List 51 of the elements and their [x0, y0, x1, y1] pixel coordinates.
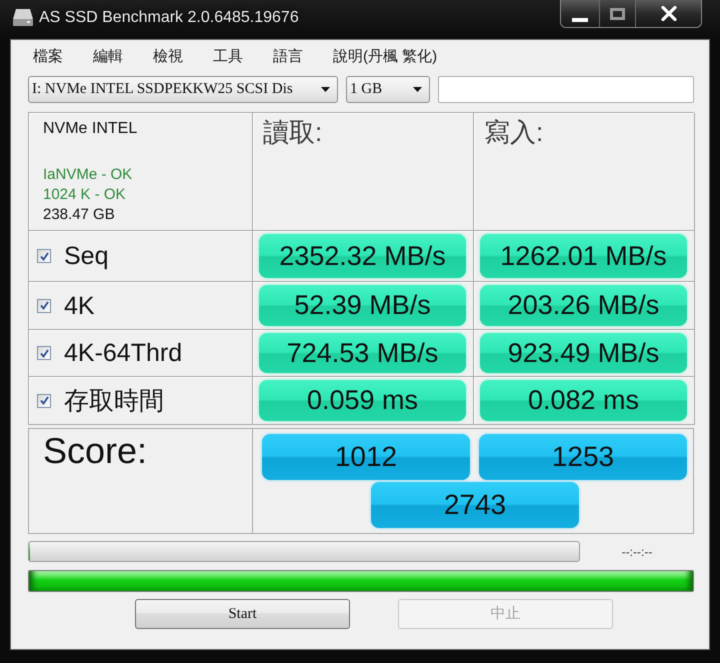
read-result: 724.53 MB/s: [259, 333, 466, 373]
write-result: 0.082 ms: [480, 380, 687, 421]
test-label: 存取時間: [64, 386, 164, 416]
test-label: Seq: [64, 241, 108, 271]
drive-capacity: 238.47 GB: [43, 205, 115, 225]
score-label: Score:: [43, 430, 148, 471]
read-result: 2352.32 MB/s: [259, 234, 466, 278]
caret-icon: [413, 87, 422, 92]
text-field[interactable]: [438, 76, 694, 103]
menu-item[interactable]: 檔案: [33, 48, 63, 66]
maximize-button[interactable]: [599, 0, 635, 27]
drive-dropdown[interactable]: I: NVMe INTEL SSDPEKKW25 SCSI Dis: [28, 76, 338, 103]
drive-icon: [13, 9, 33, 26]
write-result: 1262.01 MB/s: [480, 234, 687, 278]
size-dropdown[interactable]: 1 GB: [346, 76, 430, 103]
checkbox[interactable]: [37, 346, 51, 360]
minimize-button[interactable]: [561, 0, 599, 27]
drive-name: NVMe INTEL: [43, 119, 138, 138]
read-result: 52.39 MB/s: [259, 285, 466, 326]
check-icon: [40, 396, 48, 405]
write-result: 203.26 MB/s: [480, 285, 687, 326]
menu-item[interactable]: 說明(丹楓 繁化): [333, 48, 438, 66]
check-icon: [40, 252, 48, 260]
read-score: 1012: [262, 434, 470, 480]
action-button[interactable]: Start: [135, 599, 350, 629]
close-button[interactable]: [635, 0, 701, 27]
test-label: 4K: [64, 290, 95, 320]
driver-status: 1024 K - OK: [43, 185, 126, 205]
elapsed-time: --:--:--: [620, 544, 654, 560]
window-title: AS SSD Benchmark 2.0.6485.19676: [39, 8, 299, 28]
minimize-icon: [572, 18, 588, 22]
checkbox[interactable]: [37, 298, 51, 312]
caret-icon: [321, 87, 330, 92]
menu-item[interactable]: 編輯: [93, 48, 123, 66]
checkbox[interactable]: [37, 249, 51, 263]
write-score: 1253: [479, 434, 687, 480]
menu-item[interactable]: 工具: [213, 48, 243, 66]
menu-item[interactable]: 語言: [273, 48, 303, 66]
close-icon: [660, 6, 676, 21]
column-header: 寫入:: [484, 117, 544, 147]
test-label: 4K-64Thrd: [64, 338, 182, 368]
write-result: 923.49 MB/s: [480, 333, 687, 373]
menu-item[interactable]: 檢視: [153, 48, 183, 66]
total-score: 2743: [371, 482, 579, 528]
driver-status: IaNVMe - OK: [43, 165, 132, 185]
checkbox[interactable]: [37, 394, 51, 408]
check-icon: [40, 348, 48, 358]
check-icon: [40, 301, 48, 310]
column-header: 讀取:: [263, 117, 322, 147]
read-result: 0.059 ms: [259, 380, 466, 421]
maximize-icon: [610, 8, 625, 20]
